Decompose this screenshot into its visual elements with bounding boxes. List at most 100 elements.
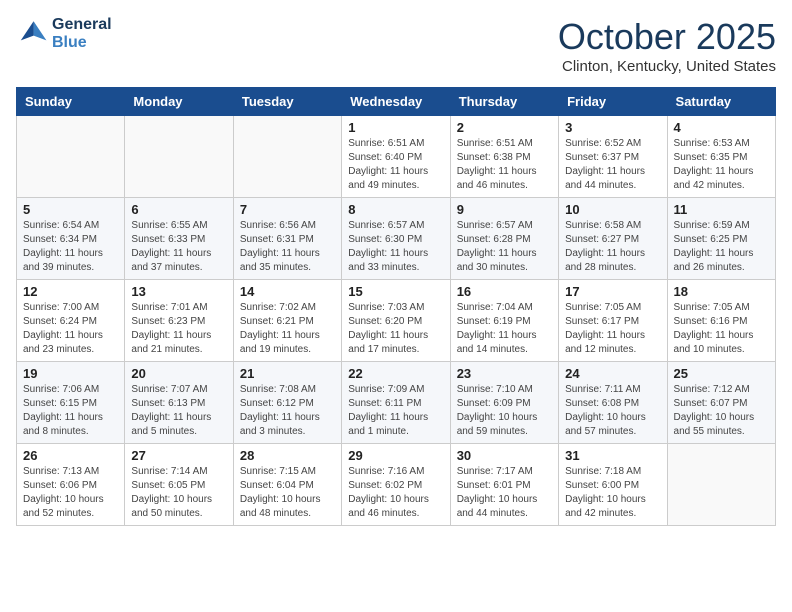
calendar-cell: 9 Sunrise: 6:57 AM Sunset: 6:28 PM Daylig… xyxy=(450,198,558,280)
day-number: 17 xyxy=(565,284,660,299)
day-info: Sunrise: 6:52 AM Sunset: 6:37 PM Dayligh… xyxy=(565,137,660,193)
calendar-cell: 29 Sunrise: 7:16 AM Sunset: 6:02 PM Dayli… xyxy=(342,444,450,526)
logo: General Blue xyxy=(16,16,112,52)
weekday-sunday: Sunday xyxy=(17,88,125,116)
day-info: Sunrise: 6:57 AM Sunset: 6:30 PM Dayligh… xyxy=(348,219,443,275)
day-info: Sunrise: 6:57 AM Sunset: 6:28 PM Dayligh… xyxy=(457,219,552,275)
day-number: 12 xyxy=(23,284,118,299)
day-info: Sunrise: 6:51 AM Sunset: 6:40 PM Dayligh… xyxy=(348,137,443,193)
calendar-cell: 14 Sunrise: 7:02 AM Sunset: 6:21 PM Dayli… xyxy=(233,280,341,362)
weekday-friday: Friday xyxy=(559,88,667,116)
day-number: 8 xyxy=(348,202,443,217)
calendar-week-5: 26Sunrise: 7:13 AM Sunset: 6:06 PM Dayli… xyxy=(17,444,776,526)
day-number: 24 xyxy=(565,366,660,381)
calendar-cell: 20 Sunrise: 7:07 AM Sunset: 6:13 PM Dayli… xyxy=(125,362,233,444)
day-info: Sunrise: 7:03 AM Sunset: 6:20 PM Dayligh… xyxy=(348,301,443,357)
day-number: 28 xyxy=(240,448,335,463)
day-number: 27 xyxy=(131,448,226,463)
calendar-cell xyxy=(125,116,233,198)
day-info: Sunrise: 7:09 AM Sunset: 6:11 PM Dayligh… xyxy=(348,383,443,439)
day-number: 15 xyxy=(348,284,443,299)
day-info: Sunrise: 7:12 AM Sunset: 6:07 PM Dayligh… xyxy=(674,383,769,439)
day-info: Sunrise: 7:01 AM Sunset: 6:23 PM Dayligh… xyxy=(131,301,226,357)
day-info: Sunrise: 7:07 AM Sunset: 6:13 PM Dayligh… xyxy=(131,383,226,439)
day-number: 1 xyxy=(348,120,443,135)
day-number: 19 xyxy=(23,366,118,381)
calendar-cell: 15 Sunrise: 7:03 AM Sunset: 6:20 PM Dayli… xyxy=(342,280,450,362)
calendar-cell: 6 Sunrise: 6:55 AM Sunset: 6:33 PM Daylig… xyxy=(125,198,233,280)
day-info: Sunrise: 7:10 AM Sunset: 6:09 PM Dayligh… xyxy=(457,383,552,439)
day-number: 13 xyxy=(131,284,226,299)
day-number: 7 xyxy=(240,202,335,217)
day-number: 20 xyxy=(131,366,226,381)
day-number: 9 xyxy=(457,202,552,217)
day-number: 2 xyxy=(457,120,552,135)
month-title: October 2025 xyxy=(558,16,776,58)
weekday-wednesday: Wednesday xyxy=(342,88,450,116)
day-info: Sunrise: 6:58 AM Sunset: 6:27 PM Dayligh… xyxy=(565,219,660,275)
day-info: Sunrise: 7:13 AM Sunset: 6:06 PM Dayligh… xyxy=(23,465,118,521)
calendar-cell: 30 Sunrise: 7:17 AM Sunset: 6:01 PM Dayli… xyxy=(450,444,558,526)
day-info: Sunrise: 7:17 AM Sunset: 6:01 PM Dayligh… xyxy=(457,465,552,521)
calendar-cell: 19 Sunrise: 7:06 AM Sunset: 6:15 PM Dayli… xyxy=(17,362,125,444)
day-number: 11 xyxy=(674,202,769,217)
calendar-cell: 10 Sunrise: 6:58 AM Sunset: 6:27 PM Dayli… xyxy=(559,198,667,280)
calendar-cell: 24Sunrise: 7:11 AM Sunset: 6:08 PM Dayli… xyxy=(559,362,667,444)
logo-icon xyxy=(16,18,48,50)
calendar-cell: 31 Sunrise: 7:18 AM Sunset: 6:00 PM Dayli… xyxy=(559,444,667,526)
day-number: 29 xyxy=(348,448,443,463)
weekday-header-row: SundayMondayTuesdayWednesdayThursdayFrid… xyxy=(17,88,776,116)
day-number: 31 xyxy=(565,448,660,463)
calendar-week-3: 12 Sunrise: 7:00 AM Sunset: 6:24 PM Dayli… xyxy=(17,280,776,362)
calendar-cell xyxy=(17,116,125,198)
calendar-cell: 7 Sunrise: 6:56 AM Sunset: 6:31 PM Daylig… xyxy=(233,198,341,280)
day-number: 22 xyxy=(348,366,443,381)
day-info: Sunrise: 6:55 AM Sunset: 6:33 PM Dayligh… xyxy=(131,219,226,275)
day-info: Sunrise: 7:15 AM Sunset: 6:04 PM Dayligh… xyxy=(240,465,335,521)
title-section: October 2025 Clinton, Kentucky, United S… xyxy=(558,16,776,75)
day-info: Sunrise: 6:56 AM Sunset: 6:31 PM Dayligh… xyxy=(240,219,335,275)
calendar-cell: 23 Sunrise: 7:10 AM Sunset: 6:09 PM Dayli… xyxy=(450,362,558,444)
calendar-cell: 28 Sunrise: 7:15 AM Sunset: 6:04 PM Dayli… xyxy=(233,444,341,526)
calendar-cell xyxy=(667,444,775,526)
calendar-cell: 2Sunrise: 6:51 AM Sunset: 6:38 PM Daylig… xyxy=(450,116,558,198)
calendar-cell: 11 Sunrise: 6:59 AM Sunset: 6:25 PM Dayli… xyxy=(667,198,775,280)
weekday-tuesday: Tuesday xyxy=(233,88,341,116)
day-number: 6 xyxy=(131,202,226,217)
day-info: Sunrise: 6:53 AM Sunset: 6:35 PM Dayligh… xyxy=(674,137,769,193)
calendar-cell: 22 Sunrise: 7:09 AM Sunset: 6:11 PM Dayli… xyxy=(342,362,450,444)
calendar-table: SundayMondayTuesdayWednesdayThursdayFrid… xyxy=(16,87,776,526)
calendar-cell: 21Sunrise: 7:08 AM Sunset: 6:12 PM Dayli… xyxy=(233,362,341,444)
calendar-cell: 4 Sunrise: 6:53 AM Sunset: 6:35 PM Daylig… xyxy=(667,116,775,198)
day-number: 4 xyxy=(674,120,769,135)
calendar-cell: 8 Sunrise: 6:57 AM Sunset: 6:30 PM Daylig… xyxy=(342,198,450,280)
calendar-cell: 18Sunrise: 7:05 AM Sunset: 6:16 PM Dayli… xyxy=(667,280,775,362)
logo-text: General Blue xyxy=(52,16,112,52)
day-number: 16 xyxy=(457,284,552,299)
calendar-cell: 17Sunrise: 7:05 AM Sunset: 6:17 PM Dayli… xyxy=(559,280,667,362)
day-number: 30 xyxy=(457,448,552,463)
day-info: Sunrise: 7:16 AM Sunset: 6:02 PM Dayligh… xyxy=(348,465,443,521)
day-info: Sunrise: 7:00 AM Sunset: 6:24 PM Dayligh… xyxy=(23,301,118,357)
day-info: Sunrise: 7:14 AM Sunset: 6:05 PM Dayligh… xyxy=(131,465,226,521)
day-info: Sunrise: 7:02 AM Sunset: 6:21 PM Dayligh… xyxy=(240,301,335,357)
weekday-monday: Monday xyxy=(125,88,233,116)
day-info: Sunrise: 7:08 AM Sunset: 6:12 PM Dayligh… xyxy=(240,383,335,439)
day-info: Sunrise: 7:06 AM Sunset: 6:15 PM Dayligh… xyxy=(23,383,118,439)
day-info: Sunrise: 6:59 AM Sunset: 6:25 PM Dayligh… xyxy=(674,219,769,275)
location-subtitle: Clinton, Kentucky, United States xyxy=(558,58,776,75)
day-number: 10 xyxy=(565,202,660,217)
day-info: Sunrise: 7:18 AM Sunset: 6:00 PM Dayligh… xyxy=(565,465,660,521)
day-info: Sunrise: 6:54 AM Sunset: 6:34 PM Dayligh… xyxy=(23,219,118,275)
calendar-cell: 5 Sunrise: 6:54 AM Sunset: 6:34 PM Daylig… xyxy=(17,198,125,280)
calendar-cell: 16 Sunrise: 7:04 AM Sunset: 6:19 PM Dayli… xyxy=(450,280,558,362)
calendar-cell xyxy=(233,116,341,198)
day-info: Sunrise: 7:05 AM Sunset: 6:16 PM Dayligh… xyxy=(674,301,769,357)
day-info: Sunrise: 7:04 AM Sunset: 6:19 PM Dayligh… xyxy=(457,301,552,357)
weekday-thursday: Thursday xyxy=(450,88,558,116)
day-number: 23 xyxy=(457,366,552,381)
calendar-cell: 26Sunrise: 7:13 AM Sunset: 6:06 PM Dayli… xyxy=(17,444,125,526)
weekday-saturday: Saturday xyxy=(667,88,775,116)
day-number: 5 xyxy=(23,202,118,217)
day-number: 14 xyxy=(240,284,335,299)
